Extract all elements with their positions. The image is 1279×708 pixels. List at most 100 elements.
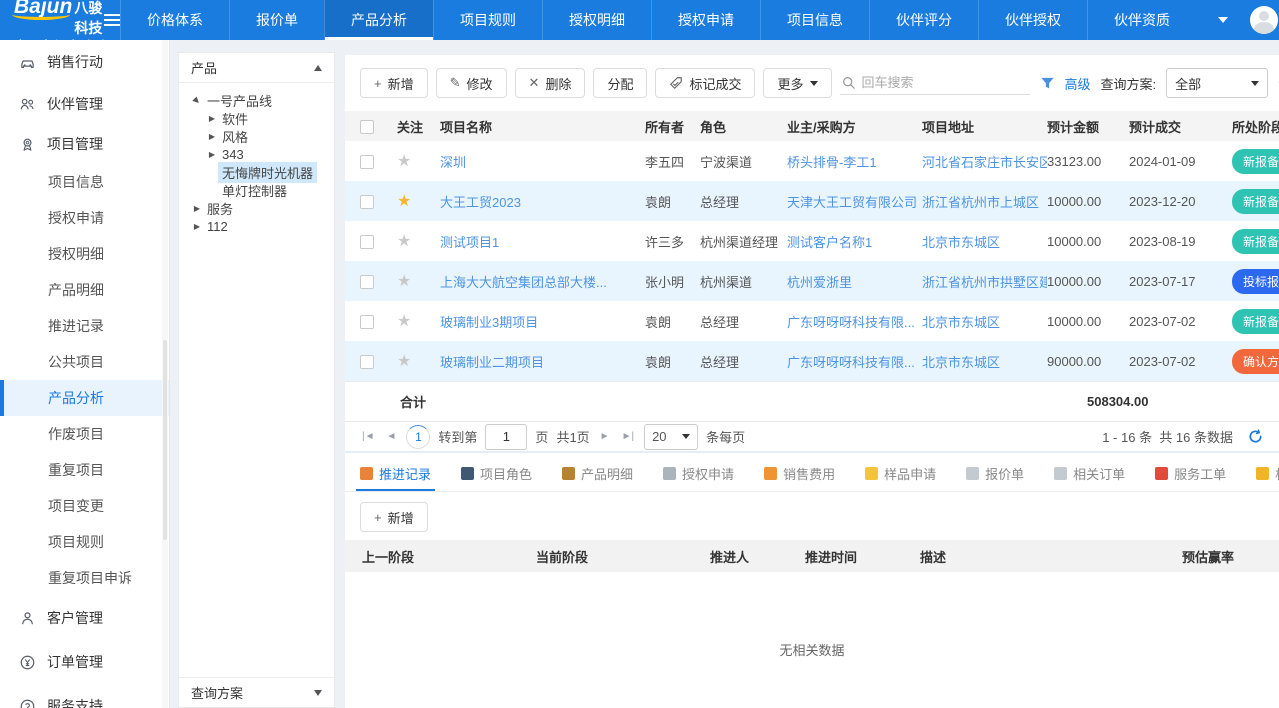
col-owner[interactable]: 所有者 bbox=[645, 117, 700, 136]
collapsed-arrow-icon[interactable]: ▶ bbox=[206, 150, 218, 159]
assign-button[interactable]: 分配 bbox=[593, 68, 647, 98]
sidebar-group-service-support[interactable]: 服务支持 bbox=[0, 684, 169, 708]
refresh-icon[interactable] bbox=[1247, 428, 1264, 445]
nav-item-auth-apply[interactable]: 授权申请 bbox=[651, 0, 760, 40]
tab-progress-record[interactable]: 推进记录 bbox=[360, 455, 431, 491]
tree-node-product-line-1[interactable]: ▶一号产品线 bbox=[179, 91, 334, 109]
tab-sample-apply[interactable]: 样品申请 bbox=[865, 455, 936, 491]
tab-product-detail[interactable]: 产品明细 bbox=[562, 455, 633, 491]
sidebar-group-customer-mgmt[interactable]: 客户管理 bbox=[0, 596, 169, 640]
buyer-link[interactable]: 桥头排骨-李工1 bbox=[787, 155, 877, 170]
sidebar-item-project-info[interactable]: 项目信息 bbox=[0, 164, 169, 200]
col-stage[interactable]: 所处阶段 bbox=[1232, 117, 1279, 136]
row-checkbox[interactable] bbox=[360, 155, 374, 169]
collapsed-arrow-icon[interactable]: ▶ bbox=[206, 132, 218, 141]
tree-node-service[interactable]: ▶服务 bbox=[179, 199, 334, 217]
sidebar-item-void-project[interactable]: 作废项目 bbox=[0, 416, 169, 452]
col-amount[interactable]: 预计金额 bbox=[1047, 117, 1129, 136]
star-icon[interactable]: ★ bbox=[397, 353, 411, 370]
row-checkbox[interactable] bbox=[360, 195, 374, 209]
search-input[interactable] bbox=[862, 75, 1028, 90]
table-row[interactable]: ★ 测试项目1 许三多 杭州渠道经理 测试客户名称1 北京市东城区 10000.… bbox=[345, 221, 1279, 261]
sidebar-item-duplicate-appeal[interactable]: 重复项目申诉 bbox=[0, 560, 169, 596]
more-button[interactable]: 更多 bbox=[763, 68, 831, 98]
prev-page-icon[interactable]: ◄ bbox=[385, 431, 399, 442]
col-address[interactable]: 项目地址 bbox=[922, 117, 1047, 136]
tree-node-343[interactable]: ▶343 bbox=[179, 145, 334, 163]
goto-page-input[interactable] bbox=[485, 424, 527, 450]
tab-related-files[interactable]: 相关文件 bbox=[1256, 455, 1279, 491]
first-page-icon[interactable]: |◄ bbox=[360, 431, 377, 442]
nav-item-partner-score[interactable]: 伙伴评分 bbox=[869, 0, 978, 40]
table-row[interactable]: ★ 上海大大航空集团总部大楼... 张小明 杭州渠道 杭州爱浙里 浙江省杭州市拱… bbox=[345, 261, 1279, 301]
tree-node-time-machine[interactable]: 无悔牌时光机器 bbox=[179, 163, 334, 181]
star-icon[interactable]: ★ bbox=[397, 153, 411, 170]
table-row[interactable]: ★ 大王工贸2023 袁朗 总经理 天津大王工贸有限公司 浙江省杭州市上城区 1… bbox=[345, 181, 1279, 221]
star-icon[interactable]: ★ bbox=[397, 233, 411, 250]
next-page-icon[interactable]: ► bbox=[598, 431, 612, 442]
sidebar-item-duplicate-project[interactable]: 重复项目 bbox=[0, 452, 169, 488]
nav-item-project-rules[interactable]: 项目规则 bbox=[433, 0, 542, 40]
sidebar-item-auth-detail[interactable]: 授权明细 bbox=[0, 236, 169, 272]
add-button[interactable]: +新增 bbox=[360, 68, 428, 98]
buyer-link[interactable]: 测试客户名称1 bbox=[787, 235, 872, 250]
collapsed-arrow-icon[interactable]: ▶ bbox=[206, 114, 218, 123]
nav-item-product-analysis[interactable]: 产品分析 bbox=[324, 0, 433, 40]
tab-auth-apply[interactable]: 授权申请 bbox=[663, 455, 734, 491]
sidebar-group-partner-mgmt[interactable]: 伙伴管理 bbox=[0, 84, 169, 124]
sidebar-group-order-mgmt[interactable]: 订单管理 bbox=[0, 640, 169, 684]
address-link[interactable]: 河北省石家庄市长安区 bbox=[922, 155, 1047, 170]
tab-related-orders[interactable]: 相关订单 bbox=[1054, 455, 1125, 491]
address-link[interactable]: 北京市东城区 bbox=[922, 235, 1000, 250]
tab-service-ticket[interactable]: 服务工单 bbox=[1155, 455, 1226, 491]
address-link[interactable]: 浙江省杭州市拱墅区建国北... bbox=[922, 275, 1047, 290]
nav-item-auth-detail[interactable]: 授权明细 bbox=[542, 0, 651, 40]
tree-node-software[interactable]: ▶软件 bbox=[179, 109, 334, 127]
tab-quotation[interactable]: 报价单 bbox=[966, 455, 1024, 491]
project-name-link[interactable]: 上海大大航空集团总部大楼... bbox=[440, 275, 607, 290]
sidebar-group-sales-action[interactable]: 销售行动 bbox=[0, 40, 169, 84]
buyer-link[interactable]: 天津大王工贸有限公司 bbox=[787, 195, 917, 210]
row-checkbox[interactable] bbox=[360, 275, 374, 289]
star-icon[interactable]: ★ bbox=[397, 313, 411, 330]
star-icon[interactable]: ★ bbox=[397, 193, 411, 210]
row-checkbox[interactable] bbox=[360, 235, 374, 249]
nav-more-caret-icon[interactable] bbox=[1196, 0, 1250, 40]
last-page-icon[interactable]: ►| bbox=[620, 431, 637, 442]
current-page-button[interactable]: 1 bbox=[406, 425, 430, 449]
nav-item-partner-quality[interactable]: 伙伴资质 bbox=[1087, 0, 1196, 40]
sidebar-item-product-analysis[interactable]: 产品分析 bbox=[0, 380, 169, 416]
collapse-up-icon[interactable] bbox=[314, 65, 322, 71]
filter-funnel-icon[interactable] bbox=[1040, 76, 1055, 91]
detail-add-button[interactable]: +新增 bbox=[360, 502, 428, 532]
user-avatar[interactable] bbox=[1250, 6, 1278, 34]
buyer-link[interactable]: 广东呀呀呀科技有限... bbox=[787, 355, 915, 370]
tab-sales-expense[interactable]: 销售费用 bbox=[764, 455, 835, 491]
col-project-name[interactable]: 项目名称 bbox=[440, 117, 645, 136]
tree-node-lamp-controller[interactable]: 单灯控制器 bbox=[179, 181, 334, 199]
star-icon[interactable]: ★ bbox=[397, 273, 411, 290]
sidebar-group-project-mgmt[interactable]: 项目管理 bbox=[0, 124, 169, 164]
query-scheme-bar[interactable]: 查询方案 bbox=[179, 677, 334, 707]
mark-deal-button[interactable]: 标记成交 bbox=[655, 68, 755, 98]
select-all-checkbox[interactable] bbox=[360, 120, 374, 134]
col-role[interactable]: 角色 bbox=[700, 117, 787, 136]
table-row[interactable]: ★ 深圳 李五四 宁波渠道 桥头排骨-李工1 河北省石家庄市长安区 33123.… bbox=[345, 141, 1279, 181]
menu-toggle-icon[interactable] bbox=[104, 0, 120, 40]
sidebar-item-product-detail[interactable]: 产品明细 bbox=[0, 272, 169, 308]
nav-item-project-info[interactable]: 项目信息 bbox=[760, 0, 869, 40]
project-name-link[interactable]: 深圳 bbox=[440, 155, 466, 170]
project-name-link[interactable]: 玻璃制业3期项目 bbox=[440, 315, 538, 330]
col-close-date[interactable]: 预计成交 bbox=[1129, 117, 1232, 136]
sidebar-scrollbar[interactable] bbox=[162, 40, 168, 708]
sidebar-item-project-rules[interactable]: 项目规则 bbox=[0, 524, 169, 560]
project-name-link[interactable]: 玻璃制业二期项目 bbox=[440, 355, 544, 370]
address-link[interactable]: 北京市东城区 bbox=[922, 315, 1000, 330]
tab-project-roles[interactable]: 项目角色 bbox=[461, 455, 532, 491]
row-checkbox[interactable] bbox=[360, 315, 374, 329]
address-link[interactable]: 浙江省杭州市上城区 bbox=[922, 195, 1039, 210]
col-follow[interactable]: 关注 bbox=[397, 117, 440, 136]
table-row[interactable]: ★ 玻璃制业3期项目 袁朗 总经理 广东呀呀呀科技有限... 北京市东城区 10… bbox=[345, 301, 1279, 341]
scheme-select[interactable]: 全部 bbox=[1166, 68, 1268, 98]
address-link[interactable]: 北京市东城区 bbox=[922, 355, 1000, 370]
